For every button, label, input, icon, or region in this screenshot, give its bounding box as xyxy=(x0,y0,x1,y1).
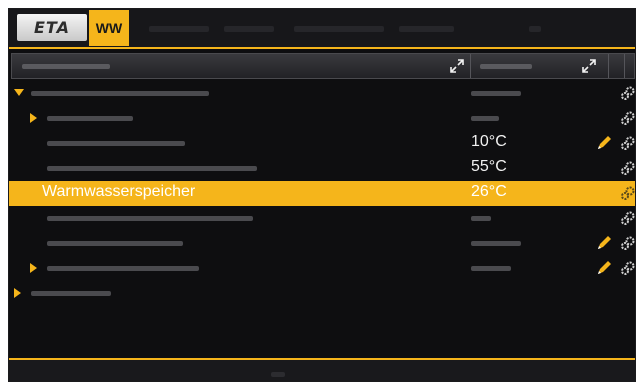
row-label-blurred xyxy=(31,291,111,296)
arrow-right-icon[interactable] xyxy=(14,288,21,298)
tab-blurred-5[interactable] xyxy=(529,26,541,32)
arrow-down-icon[interactable] xyxy=(14,89,24,96)
arrow-right-icon[interactable] xyxy=(30,263,37,273)
row-value: 55°C xyxy=(471,158,507,175)
row-label-blurred xyxy=(47,241,183,246)
header-separator xyxy=(624,54,625,78)
header-value-blurred xyxy=(480,64,532,69)
tab-ww-label: WW xyxy=(95,20,123,36)
row-label-blurred xyxy=(47,116,133,121)
row-label-blurred xyxy=(31,91,209,96)
pencil-icon[interactable] xyxy=(595,259,613,277)
tree-row[interactable] xyxy=(9,281,635,306)
tree-row[interactable] xyxy=(9,106,636,131)
tab-blurred-3[interactable] xyxy=(294,26,384,32)
tree-row[interactable] xyxy=(9,231,636,256)
footer-bar xyxy=(9,360,635,381)
gear-icon[interactable] xyxy=(620,135,636,151)
row-value: 26°C xyxy=(471,183,507,200)
top-accent-line xyxy=(9,47,635,49)
tree-row[interactable] xyxy=(9,206,636,231)
header-name-blurred xyxy=(22,64,110,69)
expand-icon[interactable] xyxy=(582,59,596,73)
tree-row[interactable]: 55°C xyxy=(9,156,636,181)
row-value: 10°C xyxy=(471,133,507,150)
row-label-blurred xyxy=(47,166,257,171)
footer-blurred-control[interactable] xyxy=(271,372,285,377)
gear-icon[interactable] xyxy=(620,260,636,276)
tree-row-selected[interactable]: Warmwasserspeicher 26°C xyxy=(9,181,636,206)
gear-icon[interactable] xyxy=(620,160,636,176)
eta-logo[interactable]: ETA xyxy=(17,14,87,41)
header-separator xyxy=(608,54,609,78)
screen: ETA WW 10°C 55°C Warmwasserspeicher 26°C xyxy=(0,0,637,385)
logo-text: ETA xyxy=(34,18,70,37)
column-header xyxy=(11,53,635,79)
gear-icon[interactable] xyxy=(620,110,636,126)
row-value-blurred xyxy=(471,116,499,121)
tab-blurred-1[interactable] xyxy=(149,26,209,32)
tree-row[interactable]: 10°C xyxy=(9,131,636,156)
top-bar: ETA WW xyxy=(9,9,635,47)
row-value-blurred xyxy=(471,241,521,246)
tree-row[interactable] xyxy=(9,256,636,281)
row-value-blurred xyxy=(471,91,521,96)
tab-blurred-4[interactable] xyxy=(399,26,454,32)
row-value-blurred xyxy=(471,216,491,221)
row-label: Warmwasserspeicher xyxy=(42,183,196,200)
row-label-blurred xyxy=(47,141,185,146)
tree-row[interactable] xyxy=(9,81,636,106)
row-label-blurred xyxy=(47,266,199,271)
gear-icon[interactable] xyxy=(620,185,636,201)
pencil-icon[interactable] xyxy=(595,134,613,152)
expand-icon[interactable] xyxy=(450,59,464,73)
tab-blurred-2[interactable] xyxy=(224,26,274,32)
header-separator xyxy=(470,54,471,78)
gear-icon[interactable] xyxy=(620,85,636,101)
gear-icon[interactable] xyxy=(620,210,636,226)
tab-ww[interactable]: WW xyxy=(89,10,129,46)
row-label-blurred xyxy=(47,216,253,221)
arrow-right-icon[interactable] xyxy=(30,113,37,123)
gear-icon[interactable] xyxy=(620,235,636,251)
app-window: ETA WW 10°C 55°C Warmwasserspeicher 26°C xyxy=(8,8,636,382)
row-value-blurred xyxy=(471,266,511,271)
pencil-icon[interactable] xyxy=(595,234,613,252)
